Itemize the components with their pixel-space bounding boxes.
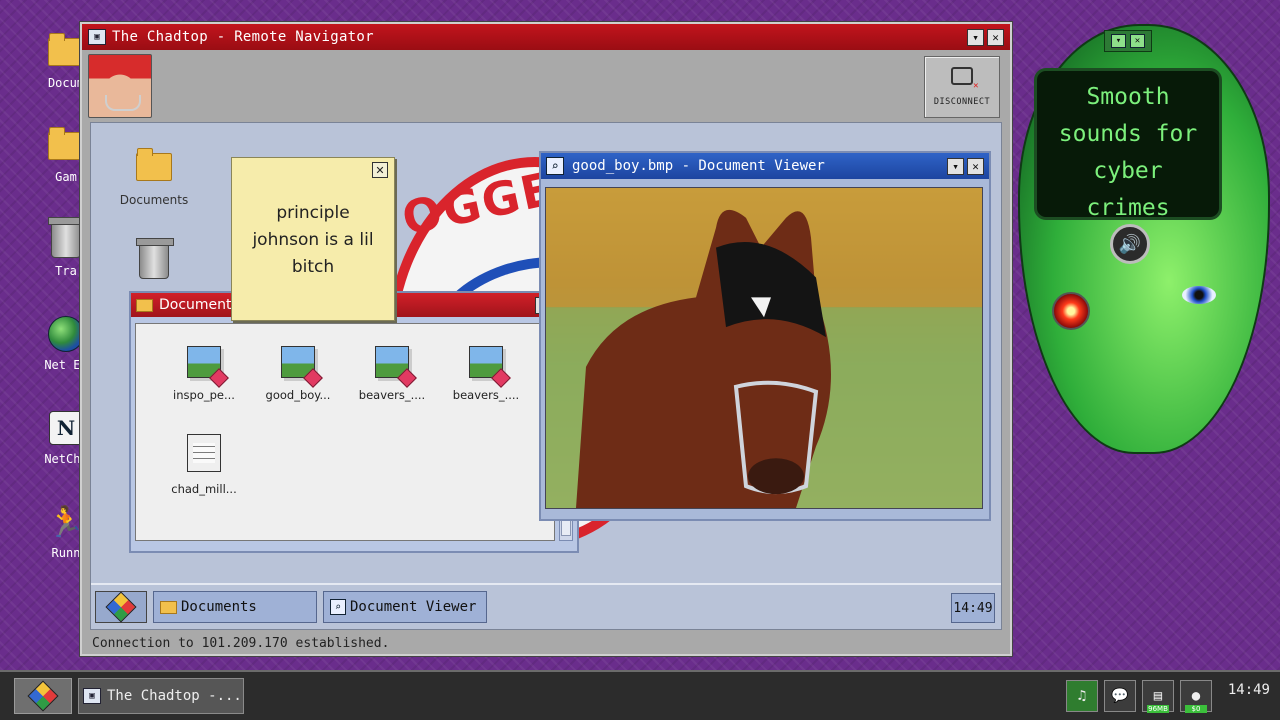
red-eye-icon [1052, 292, 1090, 330]
file-label: inspo_pe... [173, 388, 235, 402]
magnifier-icon: ⌕ [330, 599, 346, 615]
minimize-button[interactable]: ▾ [947, 157, 964, 175]
money-icon[interactable]: ● $0 [1180, 680, 1212, 713]
music-icon[interactable]: ♫ [1066, 680, 1098, 712]
remote-navigator-app-icon: ▣ [83, 688, 101, 704]
chat-icon[interactable]: 💬 [1104, 680, 1136, 712]
file-item[interactable]: inspo_pe... [156, 346, 252, 402]
image-file-icon [375, 346, 409, 378]
image-file-icon [187, 346, 221, 378]
remote-desktop-icon-documents[interactable]: Documents [109, 147, 199, 207]
memory-icon[interactable]: ▤ 96MB [1142, 680, 1174, 713]
taskbar-item-chadtop[interactable]: ▣ The Chadtop -... [78, 678, 244, 714]
screen-line: sounds for [1058, 121, 1198, 147]
remote-clock: 14:49 [951, 593, 995, 623]
speaker-icon[interactable]: 🔊 [1110, 224, 1150, 264]
start-button[interactable] [14, 678, 72, 714]
documents-window: Document ▾ ✕ inspo_pe... good_boy... bea… [129, 291, 579, 553]
remote-desktop-icon-trash[interactable] [109, 238, 199, 287]
file-item[interactable]: chad_mill... [156, 434, 252, 496]
sticky-note[interactable]: ✕ principle johnson is a lil bitch [231, 157, 395, 321]
minimize-button[interactable]: ▾ [1111, 34, 1126, 48]
disconnect-icon [951, 67, 979, 91]
folder-icon [134, 147, 174, 187]
start-logo-icon [105, 591, 137, 623]
taskbar-item-documents[interactable]: Documents [153, 591, 317, 623]
remote-navigator-app-icon: ▣ [88, 29, 106, 45]
minimize-button[interactable]: ▾ [967, 28, 984, 46]
taskbar: ▣ The Chadtop -... ♫ 💬 ▤ 96MB ● $0 14:49 [0, 670, 1280, 720]
taskbar-item-label: Documents [181, 599, 257, 615]
window-title: The Chadtop - Remote Navigator [112, 29, 374, 45]
screen-line: Smooth [1086, 84, 1170, 110]
trash-icon [134, 238, 174, 281]
memory-badge: 96MB [1147, 705, 1169, 713]
file-item[interactable]: good_boy... [250, 346, 346, 402]
document-viewer-titlebar[interactable]: ⌕ good_boy.bmp - Document Viewer ▾ ✕ [541, 153, 989, 179]
close-button[interactable]: ✕ [967, 157, 984, 175]
file-label: good_boy... [265, 388, 331, 402]
remote-navigator-window: ▣ The Chadtop - Remote Navigator ▾ ✕ DIS… [80, 22, 1012, 656]
horse-photo [545, 187, 983, 509]
avatar [88, 54, 152, 118]
file-item[interactable]: beavers_.... [438, 346, 534, 402]
disconnect-button[interactable]: DISCONNECT [924, 56, 1000, 118]
screen-line: crimes [1086, 195, 1170, 220]
file-label: chad_mill... [171, 482, 237, 496]
cyber-head-radio-widget: ▾ ✕ Smooth sounds for cyber crimes 🔊 [1012, 24, 1274, 464]
screen-line: cyber [1093, 158, 1163, 184]
taskbar-item-label: The Chadtop -... [107, 688, 242, 704]
remote-desktop-icon-label: Documents [119, 193, 189, 207]
sticky-note-line: bitch [291, 257, 335, 277]
close-button[interactable]: ✕ [987, 28, 1004, 46]
sticky-note-text: principle johnson is a lil bitch [238, 200, 388, 281]
remote-navigator-titlebar[interactable]: ▣ The Chadtop - Remote Navigator ▾ ✕ [82, 24, 1010, 50]
file-label: beavers_.... [452, 388, 520, 402]
documents-file-area: inspo_pe... good_boy... beavers_.... bea… [135, 323, 555, 541]
magnifier-icon: ⌕ [546, 157, 564, 175]
close-button[interactable]: ✕ [1130, 34, 1145, 48]
remote-desktop: OGGET Documents Document ▾ ✕ inspo_pe... [90, 122, 1002, 630]
disconnect-label: DISCONNECT [933, 97, 991, 107]
blue-eye-icon [1182, 286, 1216, 304]
file-item[interactable]: beavers_.... [344, 346, 440, 402]
cyber-head-window-buttons: ▾ ✕ [1104, 30, 1152, 52]
document-viewer-window: ⌕ good_boy.bmp - Document Viewer ▾ ✕ [539, 151, 991, 521]
start-logo-icon [27, 680, 59, 712]
remote-start-button[interactable] [95, 591, 147, 623]
file-label: beavers_.... [358, 388, 426, 402]
taskbar-item-label: Document Viewer [350, 599, 477, 615]
money-badge: $0 [1185, 705, 1207, 713]
remote-taskbar: Documents ⌕ Document Viewer 14:49 [91, 583, 1001, 629]
folder-icon [160, 600, 177, 614]
window-title: good_boy.bmp - Document Viewer [572, 158, 825, 174]
image-file-icon [281, 346, 315, 378]
folder-icon [136, 298, 153, 312]
connection-status: Connection to 101.209.170 established. [92, 636, 390, 651]
sticky-note-line: principle [276, 203, 350, 223]
sticky-note-line: johnson is a lil [252, 230, 374, 250]
document-file-icon [187, 434, 221, 472]
system-clock: 14:49 [1227, 682, 1270, 698]
sticky-close-button[interactable]: ✕ [372, 162, 388, 178]
horse-illustration [546, 188, 982, 508]
image-file-icon [469, 346, 503, 378]
remote-navigator-toolbar: DISCONNECT [82, 50, 1010, 122]
cyber-head-screen: Smooth sounds for cyber crimes [1034, 68, 1222, 220]
system-tray: ♫ 💬 ▤ 96MB ● $0 [1066, 678, 1212, 714]
taskbar-item-document-viewer[interactable]: ⌕ Document Viewer [323, 591, 487, 623]
